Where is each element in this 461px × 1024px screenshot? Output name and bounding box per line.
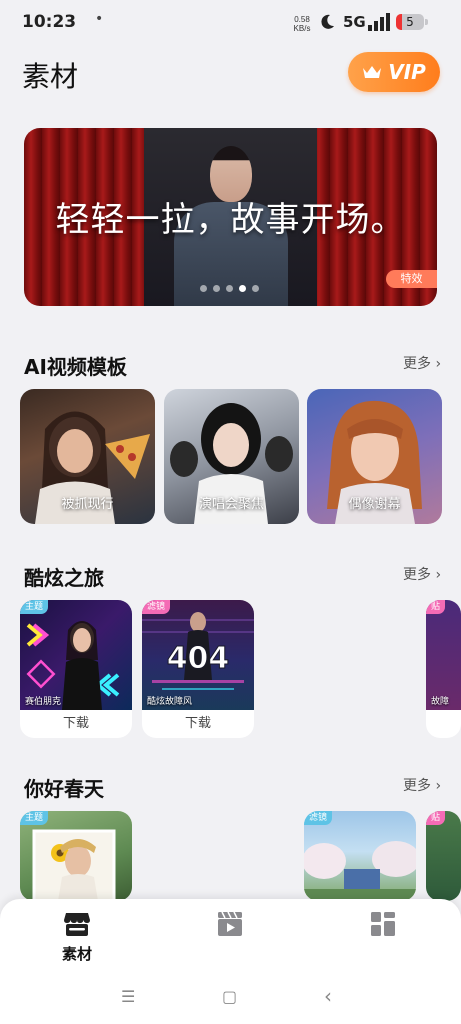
system-menu-button[interactable]: ☰: [121, 987, 135, 1006]
battery-icon: 5: [396, 14, 424, 30]
ai-template-card[interactable]: 偶像谢幕: [307, 389, 442, 524]
theme-tag: 滤镜: [304, 811, 333, 825]
notification-dot: •: [95, 11, 104, 27]
page-title: 素材: [22, 60, 79, 93]
more-label: 更多: [403, 778, 431, 794]
theme-thumbnail: 贴: [426, 811, 461, 901]
banner-title: 轻轻一拉，故事开场。: [55, 200, 406, 240]
nav-item-materials[interactable]: 素材: [47, 911, 107, 964]
system-back-button[interactable]: ‹: [324, 984, 332, 1008]
nav-label: 素材: [61, 945, 92, 963]
theme-tag: 主题: [20, 600, 49, 614]
banner-dot[interactable]: [200, 285, 207, 292]
crown-icon: [363, 66, 382, 78]
more-link-hello-spring[interactable]: 更多 ›: [403, 775, 441, 795]
vip-label: VIP: [388, 60, 426, 84]
banner-tag: 特效: [386, 270, 437, 288]
system-home-button[interactable]: ▢: [222, 987, 237, 1006]
theme-card[interactable]: 主题: [20, 811, 132, 901]
theme-thumbnail: 贴 故障: [426, 600, 461, 710]
theme-thumbnail: 主题 赛伯朋克: [20, 600, 132, 710]
banner-dot[interactable]: [213, 285, 220, 292]
more-label: 更多: [403, 567, 431, 583]
theme-thumbnail: 主题: [20, 811, 132, 901]
theme-tag: 主题: [20, 811, 49, 825]
theme-thumbnail: 滤镜: [304, 811, 416, 901]
section-title-hello-spring: 你好春天: [24, 777, 104, 801]
net-speed-unit: KB/s: [293, 24, 311, 33]
theme-tag: 滤镜: [142, 600, 171, 614]
more-label: 更多: [403, 356, 431, 372]
theme-name: 故障: [431, 697, 450, 707]
ai-card-label: 偶像谢幕: [348, 497, 401, 512]
theme-name: 赛伯朋克: [25, 697, 62, 707]
chevron-right-icon: ›: [431, 778, 442, 794]
signal-icon: [368, 13, 390, 31]
section-title-ai-templates: AI视频模板: [24, 355, 127, 379]
bottom-navigation: 素材 ☰ ▢ ‹: [0, 899, 461, 1024]
vip-button[interactable]: VIP: [348, 52, 440, 92]
ai-card-label: 被抓现行: [61, 497, 114, 512]
nav-item-apps[interactable]: [353, 911, 413, 941]
chevron-right-icon: ›: [431, 356, 442, 372]
video-clapper-icon: [218, 911, 242, 936]
moon-icon: [321, 14, 334, 29]
ai-card-label: 演唱会聚焦: [198, 497, 264, 512]
chevron-right-icon: ›: [431, 567, 442, 583]
net-speed-value: 0.58: [294, 15, 310, 24]
battery-cap: [425, 19, 428, 25]
ai-template-card[interactable]: 演唱会聚焦: [164, 389, 299, 524]
status-time: 10:23: [22, 12, 77, 32]
theme-card[interactable]: 主题 赛伯朋克 下载: [20, 600, 132, 738]
nav-item-videos[interactable]: [200, 911, 260, 941]
grid-apps-icon: [371, 912, 395, 936]
battery-level: 5: [406, 15, 414, 29]
section-title-cool-journey: 酷炫之旅: [24, 566, 104, 590]
ai-template-card[interactable]: 被抓现行: [20, 389, 155, 524]
theme-name: 酷炫故障风: [147, 697, 193, 707]
glitch-404-text: 404: [167, 641, 230, 676]
banner-dot[interactable]: [226, 285, 233, 292]
download-button[interactable]: [426, 710, 461, 738]
theme-tag: 贴: [426, 811, 446, 825]
theme-card[interactable]: 404 滤镜 酷炫故障风 下载: [142, 600, 254, 738]
store-icon: [64, 913, 90, 936]
theme-thumbnail: 404 滤镜 酷炫故障风: [142, 600, 254, 710]
theme-tag: 贴: [426, 600, 446, 614]
more-link-ai-templates[interactable]: 更多 ›: [403, 353, 441, 373]
network-type: 5G: [343, 13, 366, 31]
more-link-cool-journey[interactable]: 更多 ›: [403, 564, 441, 584]
theme-card[interactable]: 贴 故障: [426, 600, 461, 738]
download-button[interactable]: 下载: [142, 710, 254, 738]
theme-card[interactable]: 贴: [426, 811, 461, 901]
hero-banner[interactable]: 轻轻一拉，故事开场。 特效: [24, 128, 437, 306]
banner-dot-active[interactable]: [239, 285, 246, 292]
banner-dot[interactable]: [252, 285, 259, 292]
theme-card[interactable]: 滤镜: [304, 811, 416, 901]
download-button[interactable]: 下载: [20, 710, 132, 738]
network-speed: 0.58 KB/s: [289, 15, 315, 33]
status-bar: 10:23 • 0.58 KB/s 5G 5: [0, 0, 461, 46]
banner-pagination: [200, 285, 259, 292]
